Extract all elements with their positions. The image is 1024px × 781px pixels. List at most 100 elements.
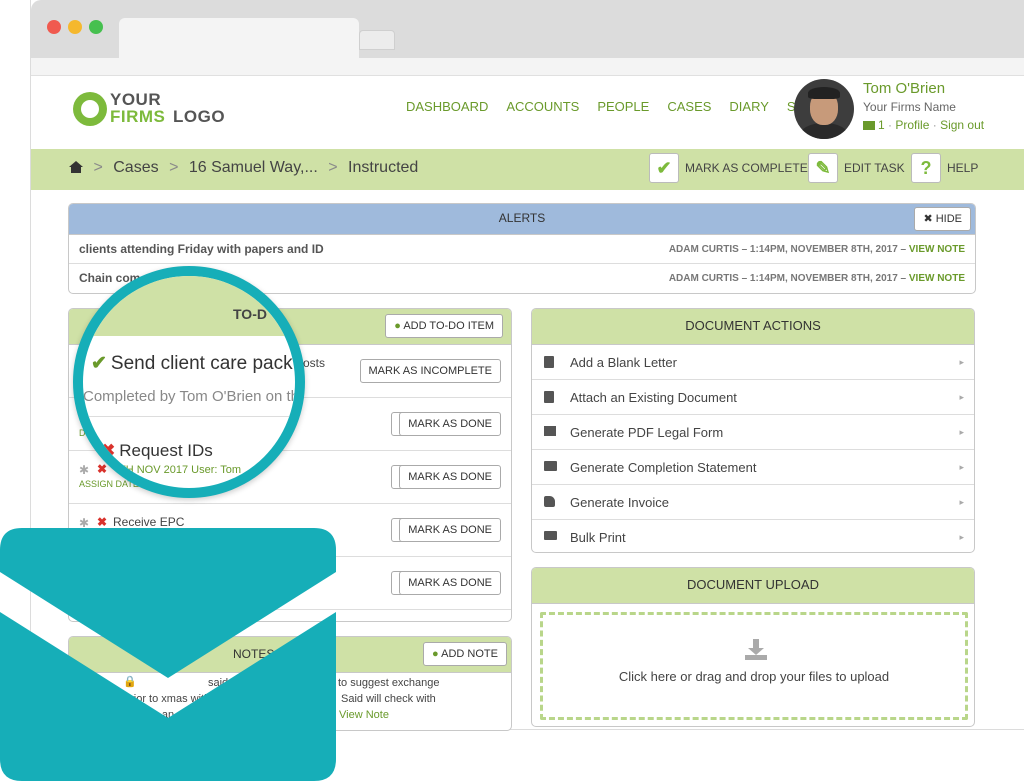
download-icon-tray bbox=[745, 655, 767, 660]
envelope-icon bbox=[0, 528, 336, 781]
maximize-window-icon[interactable] bbox=[89, 20, 103, 34]
chevron-right-icon: ▸ bbox=[959, 392, 964, 402]
mark-complete-label: MARK AS COMPLETE bbox=[685, 161, 808, 175]
hide-label: HIDE bbox=[935, 213, 962, 225]
profile-link[interactable]: Profile bbox=[895, 118, 929, 132]
cross-icon: ✖ bbox=[97, 515, 108, 529]
firm-logo[interactable]: YOUR FIRMS LOGO bbox=[73, 90, 233, 130]
doc-action-attach[interactable]: Attach an Existing Document ▸ bbox=[532, 380, 974, 415]
note-line1: to suggest exchange bbox=[338, 677, 440, 689]
list-icon bbox=[544, 426, 556, 436]
browser-chrome bbox=[31, 0, 1024, 58]
minimize-window-icon[interactable] bbox=[68, 20, 82, 34]
pencil-icon: ✎ bbox=[808, 153, 838, 183]
document-actions-header: DOCUMENT ACTIONS bbox=[532, 309, 974, 345]
add-todo-label: ADD TO-DO ITEM bbox=[403, 320, 494, 332]
magnifier-todo-title: TO-D bbox=[233, 306, 267, 322]
checkmark-icon: ✔ bbox=[649, 153, 679, 183]
view-note-link[interactable]: VIEW NOTE bbox=[909, 244, 965, 255]
logo-text-firms: FIRMS bbox=[110, 107, 166, 126]
breadcrumb: > Cases > 16 Samuel Way,... > Instructed bbox=[69, 159, 418, 177]
printer-icon bbox=[544, 531, 557, 540]
breadcrumb-address[interactable]: 16 Samuel Way,... bbox=[189, 159, 318, 176]
nav-diary[interactable]: DIARY bbox=[729, 99, 769, 114]
file-icon bbox=[544, 391, 554, 403]
mark-done-button[interactable]: MARK AS DONE bbox=[399, 571, 501, 595]
nav-accounts[interactable]: ACCOUNTS bbox=[506, 99, 579, 114]
alert-meta: ADAM CURTIS – 1:14PM, NOVEMBER 8TH, 2017… bbox=[669, 244, 965, 255]
mail-count[interactable]: 1 bbox=[878, 118, 885, 132]
doc-action-label: Generate Invoice bbox=[570, 495, 670, 510]
document-upload-header: DOCUMENT UPLOAD bbox=[532, 568, 974, 604]
edit-task-button[interactable]: ✎ EDIT TASK bbox=[808, 153, 905, 183]
new-tab-button[interactable] bbox=[359, 30, 395, 50]
breadcrumb-separator: > bbox=[328, 159, 338, 176]
nav-people[interactable]: PEOPLE bbox=[597, 99, 649, 114]
add-note-button[interactable]: ● ADD NOTE bbox=[423, 642, 507, 666]
doc-action-pdf-form[interactable]: Generate PDF Legal Form ▸ bbox=[532, 415, 974, 450]
statement-icon bbox=[544, 461, 557, 471]
view-note-link[interactable]: VIEW NOTE bbox=[909, 273, 965, 284]
magnifier-assign-date: TH NOV 2017 User: Tom bbox=[119, 464, 242, 476]
mark-done-button[interactable]: MARK AS DONE bbox=[399, 412, 501, 436]
checkmark-icon: ✔ bbox=[91, 353, 107, 374]
help-label: HELP bbox=[947, 161, 979, 175]
avatar[interactable] bbox=[794, 79, 854, 139]
chevron-right-icon: ▸ bbox=[959, 427, 964, 437]
envelope-icon[interactable] bbox=[863, 121, 875, 130]
magnifier-callout: TO-D ✔ Send client care pack a Completed … bbox=[73, 266, 305, 498]
breadcrumb-separator: > bbox=[169, 159, 179, 176]
help-button[interactable]: ? HELP bbox=[911, 153, 978, 183]
mark-done-button[interactable]: MARK AS DONE bbox=[399, 518, 501, 542]
home-icon[interactable] bbox=[69, 161, 83, 173]
mark-incomplete-button[interactable]: MARK AS INCOMPLETE bbox=[359, 359, 501, 383]
user-links: 1 · Profile · Sign out bbox=[863, 118, 984, 132]
doc-action-blank-letter[interactable]: Add a Blank Letter ▸ bbox=[532, 345, 974, 380]
doc-action-invoice[interactable]: Generate Invoice ▸ bbox=[532, 485, 974, 520]
alert-meta: ADAM CURTIS – 1:14PM, NOVEMBER 8TH, 2017… bbox=[669, 273, 965, 284]
plus-icon: ● bbox=[394, 320, 401, 332]
plus-icon: ● bbox=[432, 648, 439, 660]
document-upload-panel: DOCUMENT UPLOAD Click here or drag and d… bbox=[531, 567, 975, 727]
alert-author-date: ADAM CURTIS – 1:14PM, NOVEMBER 8TH, 2017… bbox=[668, 244, 907, 255]
main-nav: DASHBOARD ACCOUNTS PEOPLE CASES DIARY SE… bbox=[406, 99, 848, 114]
alert-row: clients attending Friday with papers and… bbox=[69, 235, 975, 264]
note-line2b: Said will check with bbox=[341, 693, 436, 705]
doc-action-completion[interactable]: Generate Completion Statement ▸ bbox=[532, 450, 974, 485]
cross-icon: ✖ bbox=[101, 441, 116, 460]
file-icon bbox=[544, 356, 554, 368]
upload-dropzone[interactable]: Click here or drag and drop your files t… bbox=[540, 612, 968, 720]
hide-alerts-button[interactable]: ✖ HIDE bbox=[914, 207, 971, 231]
chevron-right-icon: ▸ bbox=[959, 357, 964, 367]
magnifier-item-label: Request IDs bbox=[119, 441, 213, 460]
chevron-right-icon: ▸ bbox=[959, 497, 964, 507]
download-icon bbox=[745, 639, 767, 660]
avatar-shirt bbox=[800, 123, 848, 139]
logo-icon bbox=[73, 92, 107, 126]
doc-action-bulk-print[interactable]: Bulk Print ▸ bbox=[532, 520, 974, 552]
magnifier-pending-item: ✖ Request IDs bbox=[101, 441, 213, 461]
add-todo-button[interactable]: ● ADD TO-DO ITEM bbox=[385, 314, 503, 338]
tag-icon bbox=[544, 496, 555, 507]
browser-tab[interactable] bbox=[119, 18, 359, 58]
nav-dashboard[interactable]: DASHBOARD bbox=[406, 99, 488, 114]
browser-toolbar bbox=[31, 58, 1024, 76]
todo-label: Receive EPC bbox=[113, 515, 185, 529]
close-window-icon[interactable] bbox=[47, 20, 61, 34]
magnifier-content: TO-D ✔ Send client care pack a Completed … bbox=[83, 276, 295, 488]
user-firm: Your Firms Name bbox=[863, 100, 956, 114]
breadcrumb-cases[interactable]: Cases bbox=[113, 159, 158, 176]
alert-text: clients attending Friday with papers and… bbox=[79, 242, 324, 256]
document-actions-panel: DOCUMENT ACTIONS Add a Blank Letter ▸ At… bbox=[531, 308, 975, 553]
doc-action-label: Generate PDF Legal Form bbox=[570, 425, 724, 440]
alerts-title: ALERTS bbox=[498, 211, 546, 225]
mark-complete-button[interactable]: ✔ MARK AS COMPLETE bbox=[649, 153, 808, 183]
signout-link[interactable]: Sign out bbox=[940, 118, 984, 132]
mark-done-button[interactable]: MARK AS DONE bbox=[399, 465, 501, 489]
doc-action-label: Generate Completion Statement bbox=[570, 460, 757, 475]
nav-cases[interactable]: CASES bbox=[667, 99, 711, 114]
question-icon: ? bbox=[911, 153, 941, 183]
separator: · bbox=[932, 118, 941, 132]
view-note-link[interactable]: View Note bbox=[339, 709, 389, 721]
user-name[interactable]: Tom O'Brien bbox=[863, 80, 945, 97]
